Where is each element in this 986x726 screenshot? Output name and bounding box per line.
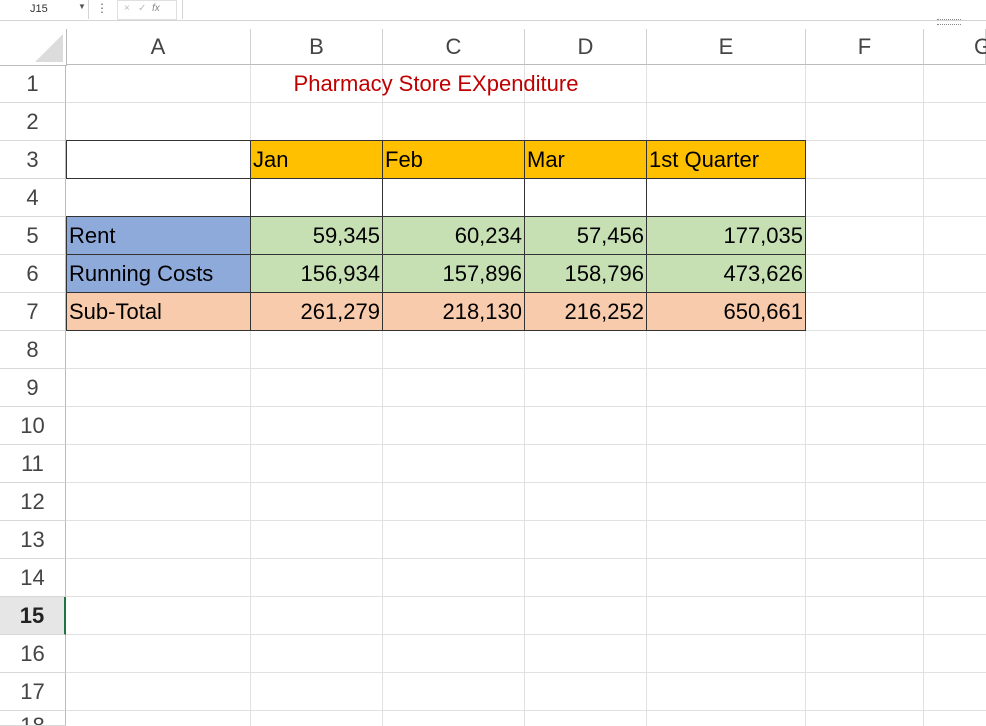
label-sub-total[interactable]: Sub-Total: [66, 292, 251, 331]
row-header-16[interactable]: 16: [0, 635, 66, 673]
row-header-2[interactable]: 2: [0, 103, 66, 141]
label-rent[interactable]: Rent: [66, 216, 251, 255]
label-running-costs[interactable]: Running Costs: [66, 254, 251, 293]
column-header-e[interactable]: E: [647, 29, 806, 65]
chevron-down-icon[interactable]: ▼: [78, 2, 86, 11]
gridline: [66, 634, 986, 635]
cell-e4[interactable]: [646, 178, 806, 217]
enter-icon[interactable]: ✓: [138, 3, 146, 14]
gridline: [66, 710, 986, 711]
gridline: [66, 482, 986, 483]
row-header-10[interactable]: 10: [0, 407, 66, 445]
header-jan[interactable]: Jan: [250, 140, 383, 179]
resize-grip-icon[interactable]: [937, 19, 961, 25]
gridline: [66, 520, 986, 521]
value-running-jan[interactable]: 156,934: [250, 254, 383, 293]
row-header-13[interactable]: 13: [0, 521, 66, 559]
row-header-5[interactable]: 5: [0, 217, 66, 255]
cell-d4[interactable]: [524, 178, 647, 217]
formula-input[interactable]: [182, 0, 986, 19]
cancel-icon[interactable]: ×: [124, 3, 130, 14]
name-box-value: J15: [30, 3, 48, 15]
row-header-6[interactable]: 6: [0, 255, 66, 293]
row-header-8[interactable]: 8: [0, 331, 66, 369]
more-icon[interactable]: ⋮: [96, 1, 108, 15]
cell-a3[interactable]: [66, 140, 251, 179]
cell-b4[interactable]: [250, 178, 383, 217]
row-header-1[interactable]: 1: [0, 65, 66, 103]
column-header-b[interactable]: B: [251, 29, 383, 65]
header-1st-quarter[interactable]: 1st Quarter: [646, 140, 806, 179]
column-header-a[interactable]: A: [66, 29, 251, 65]
value-running-mar[interactable]: 158,796: [524, 254, 647, 293]
gridline: [66, 672, 986, 673]
select-all-button[interactable]: [0, 29, 67, 66]
value-running-quarter[interactable]: 473,626: [646, 254, 806, 293]
value-subtotal-mar[interactable]: 216,252: [524, 292, 647, 331]
gridline: [66, 596, 986, 597]
gridline: [66, 444, 986, 445]
gridline: [923, 65, 924, 726]
value-running-feb[interactable]: 157,896: [382, 254, 525, 293]
header-feb[interactable]: Feb: [382, 140, 525, 179]
row-header-11[interactable]: 11: [0, 445, 66, 483]
column-header-d[interactable]: D: [525, 29, 647, 65]
formula-bar: J15 ▼ ⋮ × ✓ fx: [0, 0, 986, 21]
value-subtotal-feb[interactable]: 218,130: [382, 292, 525, 331]
gridline: [66, 368, 986, 369]
cell-c4[interactable]: [382, 178, 525, 217]
row-header-14[interactable]: 14: [0, 559, 66, 597]
value-subtotal-quarter[interactable]: 650,661: [646, 292, 806, 331]
name-box[interactable]: J15 ▼: [0, 0, 89, 19]
row-header-12[interactable]: 12: [0, 483, 66, 521]
value-subtotal-jan[interactable]: 261,279: [250, 292, 383, 331]
row-header-3[interactable]: 3: [0, 141, 66, 179]
formula-buttons: × ✓ fx: [117, 0, 177, 20]
value-rent-quarter[interactable]: 177,035: [646, 216, 806, 255]
column-header-f[interactable]: F: [806, 29, 924, 65]
gridline: [66, 406, 986, 407]
gridline: [66, 558, 986, 559]
column-header-c[interactable]: C: [383, 29, 525, 65]
value-rent-mar[interactable]: 57,456: [524, 216, 647, 255]
row-header-9[interactable]: 9: [0, 369, 66, 407]
row-header-15[interactable]: 15: [0, 597, 66, 635]
row-header-4[interactable]: 4: [0, 179, 66, 217]
value-rent-feb[interactable]: 60,234: [382, 216, 525, 255]
sheet-title[interactable]: Pharmacy Store EXpenditure: [66, 65, 806, 103]
column-header-g[interactable]: G: [924, 29, 986, 65]
header-mar[interactable]: Mar: [524, 140, 647, 179]
value-rent-jan[interactable]: 59,345: [250, 216, 383, 255]
insert-function-icon[interactable]: fx: [152, 3, 160, 14]
row-header-17[interactable]: 17: [0, 673, 66, 711]
row-header-18[interactable]: 18: [0, 711, 66, 726]
row-header-7[interactable]: 7: [0, 293, 66, 331]
